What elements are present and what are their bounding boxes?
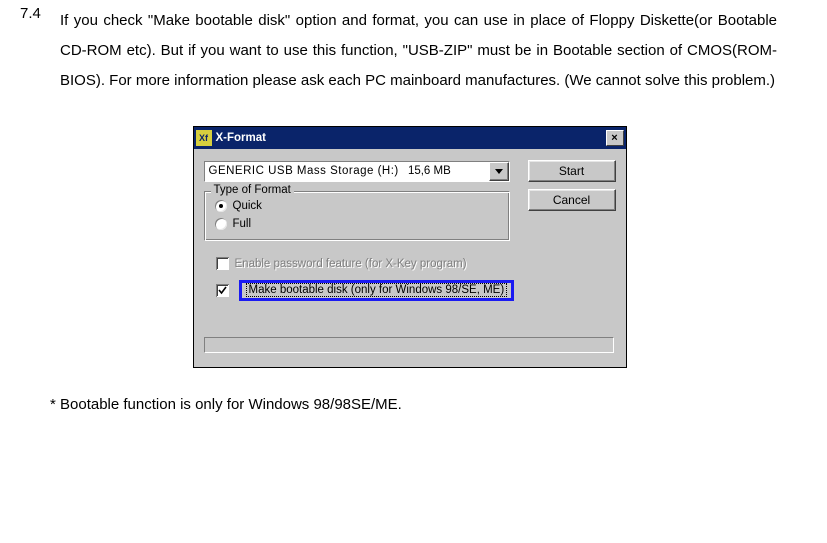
radio-icon: [215, 218, 227, 230]
radio-full-label: Full: [233, 218, 252, 230]
close-button[interactable]: ×: [606, 130, 624, 146]
document-page: 7.4 If you check "Make bootable disk" op…: [0, 0, 827, 543]
radio-selected-dot: [219, 204, 223, 208]
dialog-screenshot: Xf X-Format × GENERIC USB Mass Storage (…: [193, 126, 625, 368]
window-title: X-Format: [216, 132, 606, 144]
checkbox-icon: [216, 257, 229, 270]
start-button[interactable]: Start: [528, 160, 616, 182]
section-footnote: * Bootable function is only for Windows …: [50, 396, 797, 413]
chevron-down-icon: [495, 169, 503, 174]
section-number: 7.4: [20, 5, 41, 22]
format-type-group: Type of Format Quick Full: [204, 191, 510, 241]
drive-size: 15,6 MB: [408, 165, 451, 177]
drive-name: GENERIC USB Mass Storage (H:): [209, 165, 399, 177]
checkbox-bootable[interactable]: Make bootable disk (only for Windows 98/…: [216, 280, 515, 301]
app-icon: Xf: [196, 130, 212, 146]
close-icon: ×: [611, 133, 617, 144]
xformat-dialog: Xf X-Format × GENERIC USB Mass Storage (…: [193, 126, 627, 368]
checkbox-icon: [216, 284, 229, 297]
format-type-legend: Type of Format: [211, 184, 294, 196]
radio-icon: [215, 200, 227, 212]
title-bar: Xf X-Format ×: [194, 127, 626, 149]
cancel-button[interactable]: Cancel: [528, 189, 616, 211]
section-body: If you check "Make bootable disk" option…: [60, 6, 777, 96]
dialog-client-area: GENERIC USB Mass Storage (H:) 15,6 MB St…: [194, 149, 626, 367]
radio-quick-label: Quick: [233, 200, 262, 212]
radio-quick[interactable]: Quick: [215, 200, 262, 212]
checkbox-bootable-label: Make bootable disk (only for Windows 98/…: [246, 283, 508, 297]
drive-combobox-button[interactable]: [489, 162, 509, 181]
checkbox-password[interactable]: Enable password feature (for X-Key progr…: [216, 257, 467, 270]
drive-combobox[interactable]: GENERIC USB Mass Storage (H:) 15,6 MB: [204, 161, 510, 182]
progress-bar: [204, 337, 614, 353]
checkbox-password-label: Enable password feature (for X-Key progr…: [235, 258, 467, 270]
check-mark-icon: [217, 285, 228, 296]
bootable-highlight: Make bootable disk (only for Windows 98/…: [239, 280, 515, 301]
drive-combobox-text: GENERIC USB Mass Storage (H:) 15,6 MB: [205, 162, 489, 181]
radio-full[interactable]: Full: [215, 218, 252, 230]
